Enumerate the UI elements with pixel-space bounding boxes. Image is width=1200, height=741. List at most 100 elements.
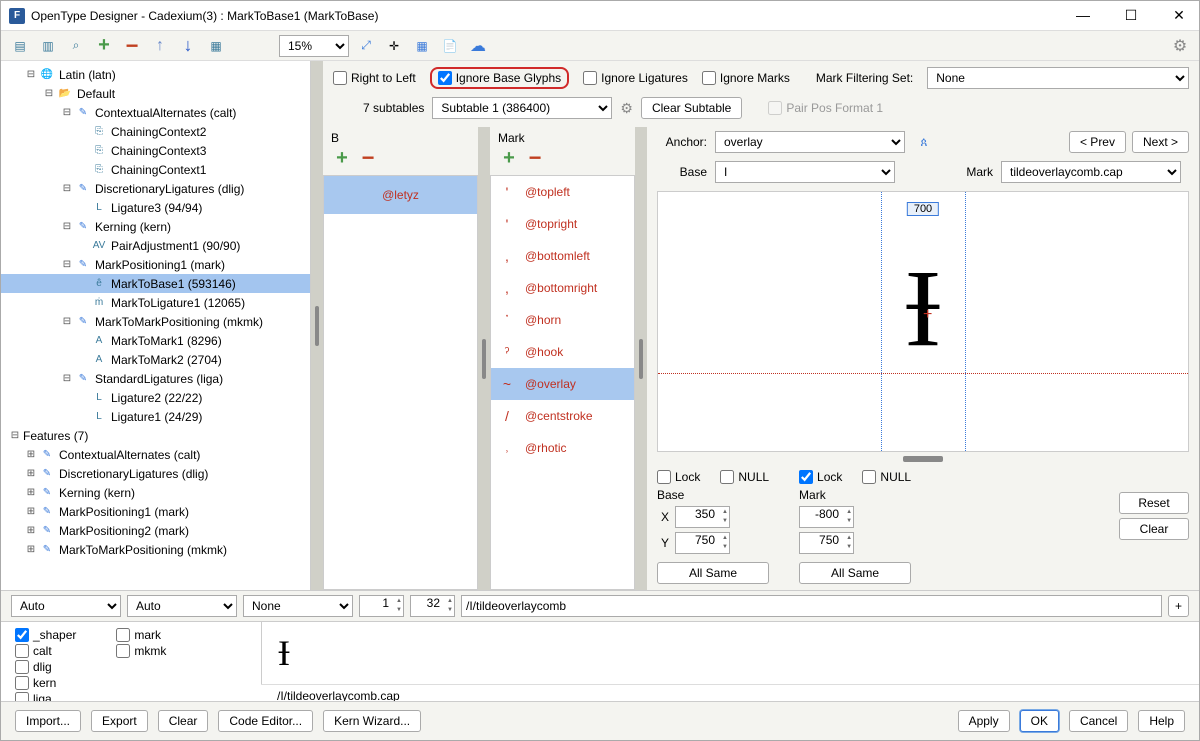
col-b-remove-button[interactable]: −	[357, 147, 379, 169]
tree-mm1[interactable]: MarkToMark1 (8296)	[111, 334, 222, 348]
tree-latin[interactable]: Latin (latn)	[59, 68, 116, 82]
mark-item[interactable]: ,@bottomleft	[491, 240, 634, 272]
mark-item[interactable]: ᾿@horn	[491, 304, 634, 336]
tree-calt[interactable]: ContextualAlternates (calt)	[95, 106, 236, 120]
fit-icon[interactable]: ⤢	[355, 35, 377, 57]
clear-coords-button[interactable]: Clear	[1119, 518, 1189, 540]
anchor-tool-icon[interactable]: ጰ	[913, 131, 935, 153]
lock-base-checkbox[interactable]: Lock	[657, 470, 700, 484]
num2-input[interactable]: 32	[410, 595, 455, 617]
tree-f-mp1[interactable]: MarkPositioning1 (mark)	[59, 505, 189, 519]
mark-list[interactable]: '@topleft '@topright ,@bottomleft ,@bott…	[490, 175, 635, 590]
none-select[interactable]: None	[243, 595, 353, 617]
mark-allsame-button[interactable]: All Same	[799, 562, 911, 584]
tree-liga[interactable]: StandardLigatures (liga)	[95, 372, 223, 386]
splitter-m[interactable]	[635, 127, 647, 590]
tree-mp1[interactable]: MarkPositioning1 (mark)	[95, 258, 225, 272]
tree-kern[interactable]: Kerning (kern)	[95, 220, 171, 234]
subtable-select[interactable]: Subtable 1 (386400)	[432, 97, 612, 119]
ok-button[interactable]: OK	[1020, 710, 1059, 732]
base-allsame-button[interactable]: All Same	[657, 562, 769, 584]
base-item[interactable]: @letyz	[324, 176, 477, 214]
next-button[interactable]: Next >	[1132, 131, 1189, 153]
auto2-select[interactable]: Auto	[127, 595, 237, 617]
help-button[interactable]: Help	[1138, 710, 1185, 732]
col-m-add-button[interactable]: +	[498, 147, 520, 169]
mark-item[interactable]: /@centstroke	[491, 400, 634, 432]
mfs-select[interactable]: None	[927, 67, 1189, 89]
tree-cc2[interactable]: ChainingContext2	[111, 125, 206, 139]
mark-item[interactable]: ˀ@hook	[491, 336, 634, 368]
remove-button[interactable]: −	[121, 35, 143, 57]
chk-mark[interactable]: mark	[116, 628, 166, 642]
clear-subtable-button[interactable]: Clear Subtable	[641, 97, 742, 119]
tree-features[interactable]: Features (7)	[23, 429, 88, 443]
mark-item[interactable]: ,@bottomright	[491, 272, 634, 304]
tool-3-icon[interactable]: ⌕	[65, 35, 87, 57]
tree-mm2[interactable]: MarkToMark2 (2704)	[111, 353, 222, 367]
null-base-checkbox[interactable]: NULL	[720, 470, 769, 484]
lock-mark-checkbox[interactable]: Lock	[799, 470, 842, 484]
chk-calt[interactable]: calt	[15, 644, 76, 658]
mark-item[interactable]: '@topright	[491, 208, 634, 240]
chk-shaper[interactable]: _shaper	[15, 628, 76, 642]
chk-kern[interactable]: kern	[15, 676, 76, 690]
base-select[interactable]: I	[715, 161, 895, 183]
move-up-button[interactable]: ↑	[149, 35, 171, 57]
mark-item[interactable]: ~@overlay	[491, 368, 634, 400]
code-editor-button[interactable]: Code Editor...	[218, 710, 313, 732]
prev-button[interactable]: < Prev	[1069, 131, 1126, 153]
kern-wizard-button[interactable]: Kern Wizard...	[323, 710, 421, 732]
cancel-button[interactable]: Cancel	[1069, 710, 1128, 732]
tree-f-calt[interactable]: ContextualAlternates (calt)	[59, 448, 200, 462]
move-down-button[interactable]: ↓	[177, 35, 199, 57]
settings-icon[interactable]: ⚙	[1169, 35, 1191, 57]
import-button[interactable]: Import...	[15, 710, 81, 732]
tree-mtb1[interactable]: MarkToBase1 (593146)	[111, 277, 236, 291]
tree-cc3[interactable]: ChainingContext3	[111, 144, 206, 158]
ignore-lig-checkbox[interactable]: Ignore Ligatures	[583, 71, 688, 85]
base-x-input[interactable]: 350	[675, 506, 730, 528]
minimize-button[interactable]: —	[1071, 7, 1095, 24]
base-list[interactable]: @letyz	[323, 175, 478, 590]
target-icon[interactable]: ✛	[383, 35, 405, 57]
tree-f-mp2[interactable]: MarkPositioning2 (mark)	[59, 524, 189, 538]
text-input[interactable]	[461, 595, 1162, 617]
tree-lig3[interactable]: Ligature3 (94/94)	[111, 201, 202, 215]
grid-icon[interactable]: ▦	[411, 35, 433, 57]
page-icon[interactable]: 📄	[439, 35, 461, 57]
tool-2-icon[interactable]: ▥	[37, 35, 59, 57]
tool-4-icon[interactable]: ▦	[205, 35, 227, 57]
feature-tree[interactable]: ⊟🌐Latin (latn) ⊟📂Default ⊟✎ContextualAlt…	[1, 61, 311, 590]
null-mark-checkbox[interactable]: NULL	[862, 470, 911, 484]
glyph-preview[interactable]: 700 Ɨ +	[657, 191, 1189, 452]
add-button[interactable]: +	[93, 35, 115, 57]
anchor-select[interactable]: overlay	[715, 131, 905, 153]
col-b-add-button[interactable]: +	[331, 147, 353, 169]
splitter-left[interactable]	[311, 61, 323, 590]
tree-f-dlig[interactable]: DiscretionaryLigatures (dlig)	[59, 467, 208, 481]
clear-button[interactable]: Clear	[158, 710, 209, 732]
base-y-input[interactable]: 750	[675, 532, 730, 554]
auto1-select[interactable]: Auto	[11, 595, 121, 617]
ignore-base-checkbox[interactable]: Ignore Base Glyphs	[438, 71, 561, 85]
tool-1-icon[interactable]: ▤	[9, 35, 31, 57]
export-button[interactable]: Export	[91, 710, 148, 732]
close-button[interactable]: ✕	[1167, 7, 1191, 24]
tree-mtl1[interactable]: MarkToLigature1 (12065)	[111, 296, 245, 310]
mark-x-input[interactable]: -800	[799, 506, 854, 528]
tree-dlig[interactable]: DiscretionaryLigatures (dlig)	[95, 182, 244, 196]
mark-item[interactable]: ˒@rhotic	[491, 432, 634, 464]
zoom-select[interactable]: 15%	[279, 35, 349, 57]
splitter-b[interactable]	[478, 127, 490, 590]
ignore-marks-checkbox[interactable]: Ignore Marks	[702, 71, 790, 85]
tree-f-kern[interactable]: Kerning (kern)	[59, 486, 135, 500]
tree-lig1b[interactable]: Ligature1 (24/29)	[111, 410, 202, 424]
tree-mmk[interactable]: MarkToMarkPositioning (mkmk)	[95, 315, 263, 329]
tree-lig2b[interactable]: Ligature2 (22/22)	[111, 391, 202, 405]
add-text-button[interactable]: +	[1168, 595, 1189, 617]
tree-default[interactable]: Default	[77, 87, 115, 101]
mark-select[interactable]: tildeoverlaycomb.cap	[1001, 161, 1181, 183]
chk-dlig[interactable]: dlig	[15, 660, 76, 674]
tree-cc1[interactable]: ChainingContext1	[111, 163, 206, 177]
